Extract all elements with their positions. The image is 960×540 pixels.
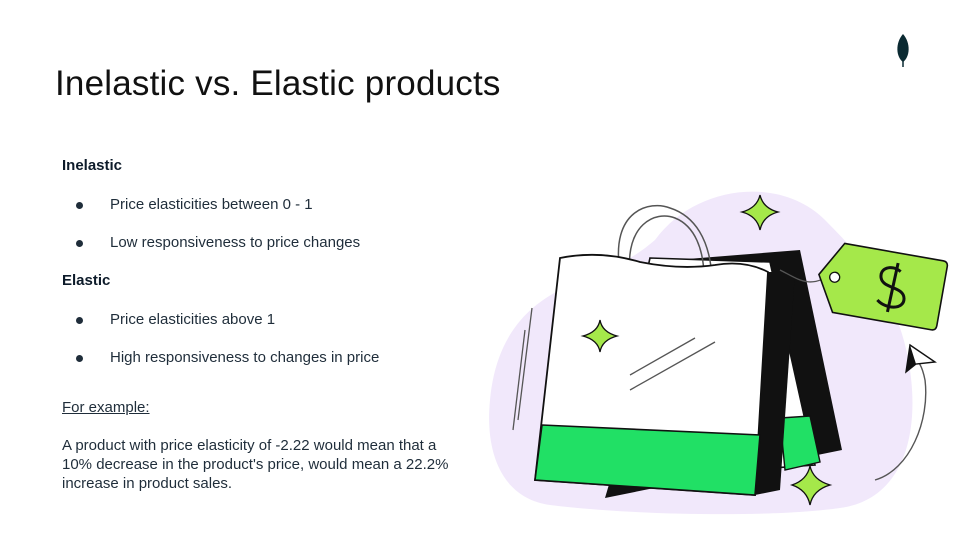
bullet-dot bbox=[76, 355, 83, 362]
bullet-dot bbox=[76, 317, 83, 324]
shopping-bags-illustration bbox=[489, 191, 949, 515]
example-label: For example: bbox=[62, 399, 150, 416]
bullet-dot bbox=[76, 240, 83, 247]
leaf-icon bbox=[897, 34, 909, 67]
bullet-text: High responsiveness to changes in price bbox=[110, 349, 380, 366]
bullet-dot bbox=[76, 202, 83, 209]
section-heading-elastic: Elastic bbox=[62, 272, 111, 289]
bullet-text: Low responsiveness to price changes bbox=[110, 234, 361, 251]
section-heading-inelastic: Inelastic bbox=[62, 157, 123, 174]
bullet-text: Price elasticities between 0 - 1 bbox=[110, 196, 313, 213]
bullet-text: Price elasticities above 1 bbox=[110, 311, 276, 328]
example-text: A product with price elasticity of -2.22… bbox=[62, 437, 449, 492]
page-title: Inelastic vs. Elastic products bbox=[55, 64, 501, 103]
